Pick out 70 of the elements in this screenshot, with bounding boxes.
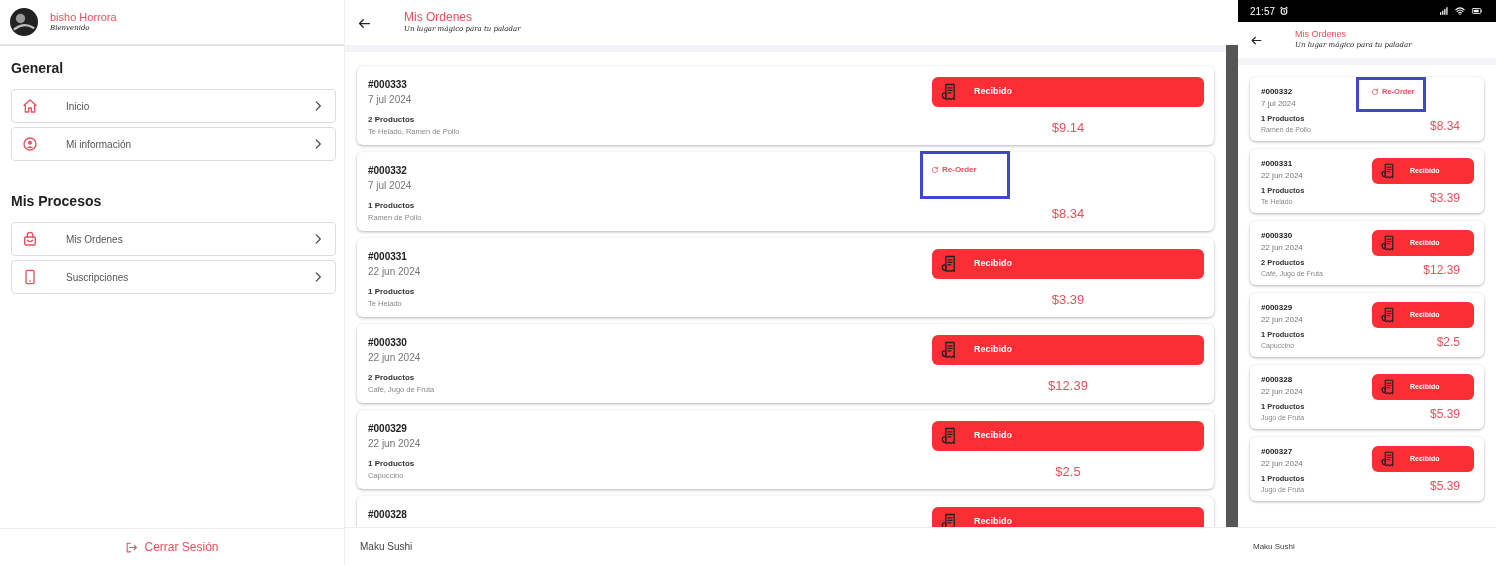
menu-item[interactable]: Mi información bbox=[11, 127, 336, 161]
menu-item[interactable]: Suscripciones bbox=[11, 260, 336, 294]
refresh-icon bbox=[1371, 87, 1379, 96]
product-count: 1 Productos bbox=[368, 199, 416, 212]
order-total: $8.34 bbox=[1428, 118, 1461, 135]
battery-icon bbox=[1470, 6, 1484, 16]
status-button[interactable]: Recibido bbox=[932, 335, 1204, 365]
reorder-link[interactable]: Re-Order bbox=[931, 164, 977, 176]
order-total: $9.14 bbox=[1050, 118, 1086, 137]
order-total: $12.39 bbox=[1047, 376, 1089, 395]
menu-item[interactable]: Mis Ordenes bbox=[11, 222, 336, 256]
product-count: 1 Productos bbox=[368, 285, 416, 298]
order-number: #000328 bbox=[1261, 374, 1294, 386]
order-date: 22 jun 2024 bbox=[1261, 458, 1304, 470]
order-total: $5.39 bbox=[1428, 406, 1461, 423]
order-total: $3.39 bbox=[1050, 290, 1086, 309]
order-date: 22 jun 2024 bbox=[1261, 386, 1304, 398]
product-count: 2 Productos bbox=[368, 113, 416, 126]
order-date: 22 jun 2024 bbox=[368, 351, 422, 365]
order-number: #000333 bbox=[368, 78, 408, 92]
status-button[interactable]: Recibido bbox=[932, 249, 1204, 279]
order-date: 7 jul 2024 bbox=[1261, 98, 1297, 110]
order-date: 22 jun 2024 bbox=[1261, 314, 1304, 326]
user-icon bbox=[22, 136, 38, 152]
order-number: #000329 bbox=[368, 422, 408, 436]
bag-icon bbox=[22, 231, 38, 247]
order-date: 22 jun 2024 bbox=[368, 437, 421, 451]
order-date: 22 jun 2024 bbox=[1261, 170, 1304, 182]
avatar bbox=[10, 8, 38, 36]
order-total: $2.5 bbox=[1435, 334, 1461, 351]
logout-button[interactable]: Cerrar Sesión bbox=[119, 537, 225, 557]
home-icon bbox=[22, 98, 38, 114]
product-count: 2 Productos bbox=[368, 371, 416, 384]
order-number: #000332 bbox=[368, 164, 408, 178]
order-date: 7 jul 2024 bbox=[368, 93, 413, 107]
menu-item[interactable]: Inicio bbox=[11, 89, 336, 123]
order-card[interactable]: #000328 Recibido bbox=[357, 496, 1214, 527]
order-total: $2.5 bbox=[1054, 462, 1082, 481]
order-number: #000331 bbox=[368, 250, 408, 264]
order-date: 7 jul 2024 bbox=[368, 179, 413, 193]
status-button[interactable]: Recibido bbox=[932, 507, 1204, 527]
status-button[interactable]: Recibido bbox=[932, 421, 1204, 451]
order-number: #000330 bbox=[368, 336, 408, 350]
order-number: #000332 bbox=[1261, 86, 1294, 98]
order-date: 22 jun 2024 bbox=[368, 265, 421, 279]
section-title: Mis Procesos bbox=[11, 192, 103, 211]
order-number: #000329 bbox=[1261, 302, 1294, 314]
alarm-icon bbox=[1279, 6, 1290, 16]
scrollbar[interactable] bbox=[1226, 45, 1238, 527]
page-title: Mis Ordenes bbox=[1295, 29, 1348, 41]
order-number: #000328 bbox=[368, 508, 407, 522]
phone-icon bbox=[22, 269, 38, 285]
order-total: $12.39 bbox=[1422, 262, 1461, 279]
status-button[interactable]: Recibido bbox=[932, 77, 1204, 107]
logout-icon bbox=[125, 540, 139, 554]
order-number: #000327 bbox=[1261, 446, 1294, 458]
order-total: $8.34 bbox=[1050, 204, 1086, 223]
order-number: #000330 bbox=[1261, 230, 1294, 242]
order-total: $5.39 bbox=[1428, 478, 1461, 495]
page-title: Mis Ordenes bbox=[404, 10, 474, 25]
user-name: bisho Horrora bbox=[50, 10, 117, 23]
order-number: #000331 bbox=[1261, 158, 1294, 170]
order-total: $3.39 bbox=[1428, 190, 1461, 207]
product-count: 1 Productos bbox=[368, 457, 416, 470]
refresh-icon bbox=[931, 166, 939, 174]
section-title: General bbox=[11, 59, 65, 78]
order-date: 22 jun 2024 bbox=[1261, 242, 1304, 254]
wifi-icon bbox=[1454, 6, 1466, 16]
status-time: 21:57 bbox=[1250, 4, 1276, 19]
signal-icon bbox=[1438, 6, 1450, 16]
